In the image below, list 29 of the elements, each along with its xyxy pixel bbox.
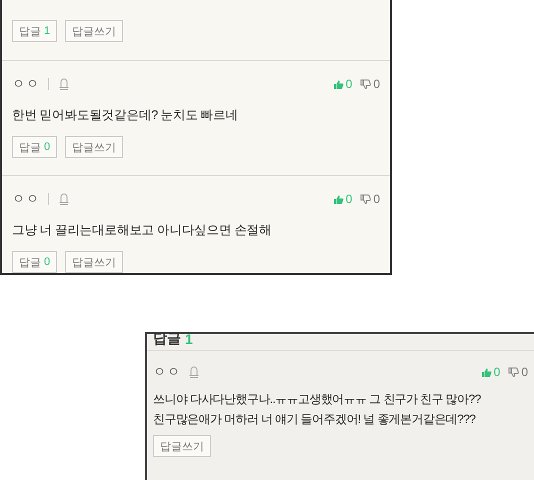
- dislike-button[interactable]: 0: [508, 365, 528, 379]
- bell-icon: [59, 193, 69, 205]
- comment-text: 그냥 너 끌리는대로해보고 아니다싶으면 손절해: [12, 222, 272, 239]
- dislike-button[interactable]: 0: [360, 77, 380, 91]
- thumbs-down-icon: [360, 194, 372, 204]
- author-name: ㅇㅇ: [12, 75, 40, 93]
- comment-text: 쓰니야 다사다난했구나..ㅠㅠ고생했어ㅠㅠ 그 친구가 친구 많아?? 친구많은애가 머하러 너 얘기 들어주겠어! 널 좋게본거같은데???: [153, 391, 481, 428]
- dislike-button[interactable]: 0: [360, 192, 380, 206]
- thumbs-up-icon: [332, 78, 344, 90]
- author-name: ㅇㅇ: [153, 363, 181, 381]
- reply-count-button[interactable]: 답글 0: [12, 136, 58, 158]
- thumbs-up-icon: [332, 194, 344, 204]
- comment-text: 한번 믿어봐도될것같은데? 눈치도 빠르네: [12, 107, 238, 124]
- reply-count-button[interactable]: 답글 1: [12, 20, 58, 42]
- write-reply-button[interactable]: 답글쓰기: [153, 435, 211, 457]
- thumbs-up-icon: [480, 366, 492, 378]
- thumbs-down-icon: [360, 78, 372, 90]
- reply-count: 1: [185, 331, 193, 347]
- bell-icon: [189, 366, 199, 378]
- like-button[interactable]: 0: [332, 192, 352, 206]
- thumbs-down-icon: [508, 366, 520, 378]
- bell-icon: [59, 78, 69, 90]
- author-name: ㅇㅇ: [12, 190, 40, 208]
- reply-count-button[interactable]: 답글 0: [12, 251, 58, 273]
- write-reply-button[interactable]: 답글쓰기: [65, 20, 124, 42]
- like-button[interactable]: 0: [332, 77, 352, 91]
- write-reply-button[interactable]: 답글쓰기: [65, 251, 124, 273]
- replies-title: 답글: [153, 330, 181, 348]
- write-reply-button[interactable]: 답글쓰기: [65, 136, 124, 158]
